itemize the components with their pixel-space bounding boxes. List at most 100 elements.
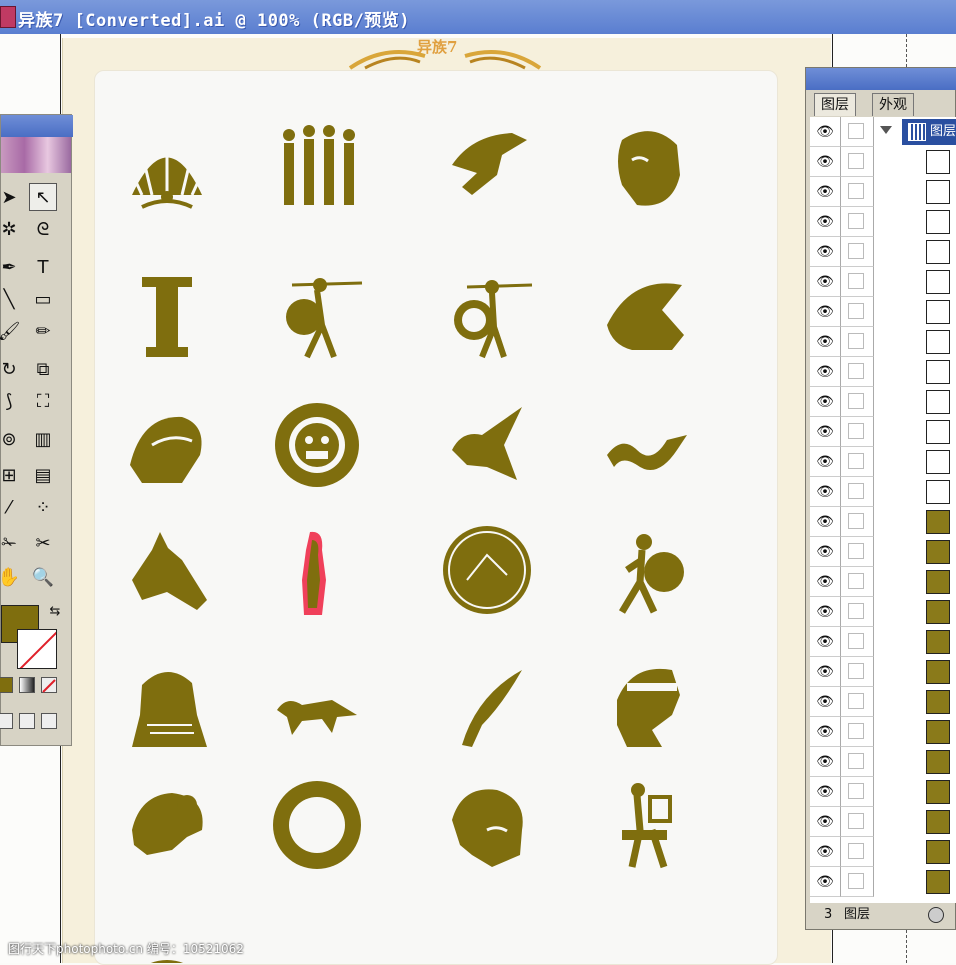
lock-toggle[interactable] <box>841 687 874 717</box>
layer-list[interactable]: 👁 图层 👁 👁 👁 👁 👁 👁 👁 👁 👁 👁 👁 👁 👁 👁 👁 👁 👁 👁… <box>810 117 956 903</box>
paintbrush-tool-icon[interactable]: 🖌 <box>0 317 23 345</box>
lock-toggle[interactable] <box>841 267 874 297</box>
visibility-eye-icon[interactable]: 👁 <box>810 747 841 777</box>
visibility-eye-icon[interactable]: 👁 <box>810 147 841 177</box>
selected-layer-label[interactable]: 图层 <box>902 119 956 145</box>
headband-profile-icon[interactable] <box>592 655 702 755</box>
layer-row[interactable]: 👁 <box>810 207 956 237</box>
layer-row[interactable]: 👁 <box>810 477 956 507</box>
lock-toggle[interactable] <box>841 567 874 597</box>
lock-toggle[interactable] <box>841 297 874 327</box>
rotate-tool-icon[interactable]: ↻ <box>0 355 23 383</box>
visibility-eye-icon[interactable]: 👁 <box>810 357 841 387</box>
full-screen-mode-button[interactable] <box>41 713 57 729</box>
layer-row[interactable]: 👁 <box>810 357 956 387</box>
selection-tool-icon[interactable]: ➤ <box>0 183 23 211</box>
lock-toggle[interactable] <box>841 807 874 837</box>
none-mode-button[interactable] <box>41 677 57 693</box>
visibility-eye-icon[interactable]: 👁 <box>810 807 841 837</box>
lasso-tool-icon[interactable]: ᘓ <box>29 215 57 243</box>
layer-row[interactable]: 👁 <box>810 807 956 837</box>
lock-toggle[interactable] <box>841 657 874 687</box>
lock-toggle[interactable] <box>841 357 874 387</box>
direct-selection-tool-icon[interactable]: ↖ <box>29 183 57 211</box>
lock-toggle[interactable] <box>841 717 874 747</box>
dolphin-icon[interactable] <box>432 655 542 755</box>
visibility-eye-icon[interactable]: 👁 <box>810 507 841 537</box>
layer-row[interactable]: 👁 <box>810 837 956 867</box>
visibility-eye-icon[interactable]: 👁 <box>810 477 841 507</box>
lock-toggle[interactable] <box>841 477 874 507</box>
scale-tool-icon[interactable]: ⧉ <box>29 355 57 383</box>
visibility-eye-icon[interactable]: 👁 <box>810 627 841 657</box>
scissors-tool-icon[interactable]: ✂ <box>29 529 57 557</box>
gorgon-mask-icon[interactable] <box>262 395 372 495</box>
layer-row[interactable]: 👁 <box>810 447 956 477</box>
zoom-tool-icon[interactable]: 🔍 <box>29 563 57 591</box>
visibility-eye-icon[interactable]: 👁 <box>810 327 841 357</box>
layer-row[interactable]: 👁 <box>810 417 956 447</box>
layer-row[interactable]: 👁 <box>810 657 956 687</box>
eagle-icon[interactable] <box>432 115 542 215</box>
palmette-icon[interactable] <box>112 115 222 215</box>
layer-row[interactable]: 👁 <box>810 267 956 297</box>
slice-tool-icon[interactable]: ✁ <box>0 529 23 557</box>
dancing-figures-icon[interactable] <box>262 115 372 215</box>
bearded-head-icon[interactable] <box>592 115 702 215</box>
laurel-head-icon[interactable] <box>112 655 222 755</box>
ornamental-ring-icon[interactable] <box>262 775 372 875</box>
lock-toggle[interactable] <box>841 747 874 777</box>
color-mode-button[interactable] <box>0 677 13 693</box>
tab-appearance[interactable]: 外观 <box>872 93 914 116</box>
lock-toggle[interactable] <box>841 177 874 207</box>
type-tool-icon[interactable]: T <box>29 253 57 281</box>
ionic-column-icon[interactable] <box>112 265 222 365</box>
lock-toggle[interactable] <box>841 777 874 807</box>
visibility-eye-icon[interactable]: 👁 <box>810 117 841 147</box>
pencil-tool-icon[interactable]: ✏ <box>29 317 57 345</box>
lock-toggle[interactable] <box>841 237 874 267</box>
stroke-color-swatch[interactable] <box>17 629 57 669</box>
lock-toggle[interactable] <box>841 387 874 417</box>
layer-row[interactable]: 👁 <box>810 867 956 897</box>
layer-row[interactable]: 👁 <box>810 627 956 657</box>
lock-toggle[interactable] <box>841 627 874 657</box>
seated-lyre-player-icon[interactable] <box>592 775 702 875</box>
visibility-eye-icon[interactable]: 👁 <box>810 717 841 747</box>
visibility-eye-icon[interactable]: 👁 <box>810 777 841 807</box>
layers-panel-titlebar[interactable] <box>806 68 956 90</box>
layer-row[interactable]: 👁 图层 <box>810 117 956 147</box>
lock-toggle[interactable] <box>841 597 874 627</box>
layer-row[interactable]: 👁 <box>810 177 956 207</box>
lock-toggle[interactable] <box>841 327 874 357</box>
lock-toggle[interactable] <box>841 117 874 147</box>
layer-row[interactable]: 👁 <box>810 507 956 537</box>
owl-bird-icon[interactable] <box>432 395 542 495</box>
visibility-eye-icon[interactable]: 👁 <box>810 837 841 867</box>
layer-row[interactable]: 👁 <box>810 597 956 627</box>
layer-row[interactable]: 👁 <box>810 717 956 747</box>
shield-warrior-icon[interactable] <box>432 265 542 365</box>
visibility-eye-icon[interactable]: 👁 <box>810 177 841 207</box>
lock-toggle[interactable] <box>841 837 874 867</box>
lock-toggle[interactable] <box>841 147 874 177</box>
full-screen-menu-mode-button[interactable] <box>19 713 35 729</box>
visibility-eye-icon[interactable]: 👁 <box>810 207 841 237</box>
swap-colors-icon[interactable]: ⇆ <box>41 597 69 625</box>
hoplite-icon[interactable] <box>592 520 702 620</box>
visibility-eye-icon[interactable]: 👁 <box>810 387 841 417</box>
tab-layers[interactable]: 图层 <box>814 93 856 116</box>
visibility-eye-icon[interactable]: 👁 <box>810 687 841 717</box>
running-dog-icon[interactable] <box>262 655 372 755</box>
layer-row[interactable]: 👁 <box>810 387 956 417</box>
layer-row[interactable]: 👁 <box>810 747 956 777</box>
lock-toggle[interactable] <box>841 417 874 447</box>
free-transform-tool-icon[interactable]: ⛶ <box>29 387 57 415</box>
symbol-sprayer-tool-icon[interactable]: ⊚ <box>0 425 23 453</box>
athena-helmet-icon[interactable] <box>112 395 222 495</box>
visibility-eye-icon[interactable]: 👁 <box>810 267 841 297</box>
visibility-eye-icon[interactable]: 👁 <box>810 297 841 327</box>
layer-row[interactable]: 👁 <box>810 237 956 267</box>
make-clipping-mask-button[interactable] <box>928 907 944 923</box>
gradient-mode-button[interactable] <box>19 677 35 693</box>
